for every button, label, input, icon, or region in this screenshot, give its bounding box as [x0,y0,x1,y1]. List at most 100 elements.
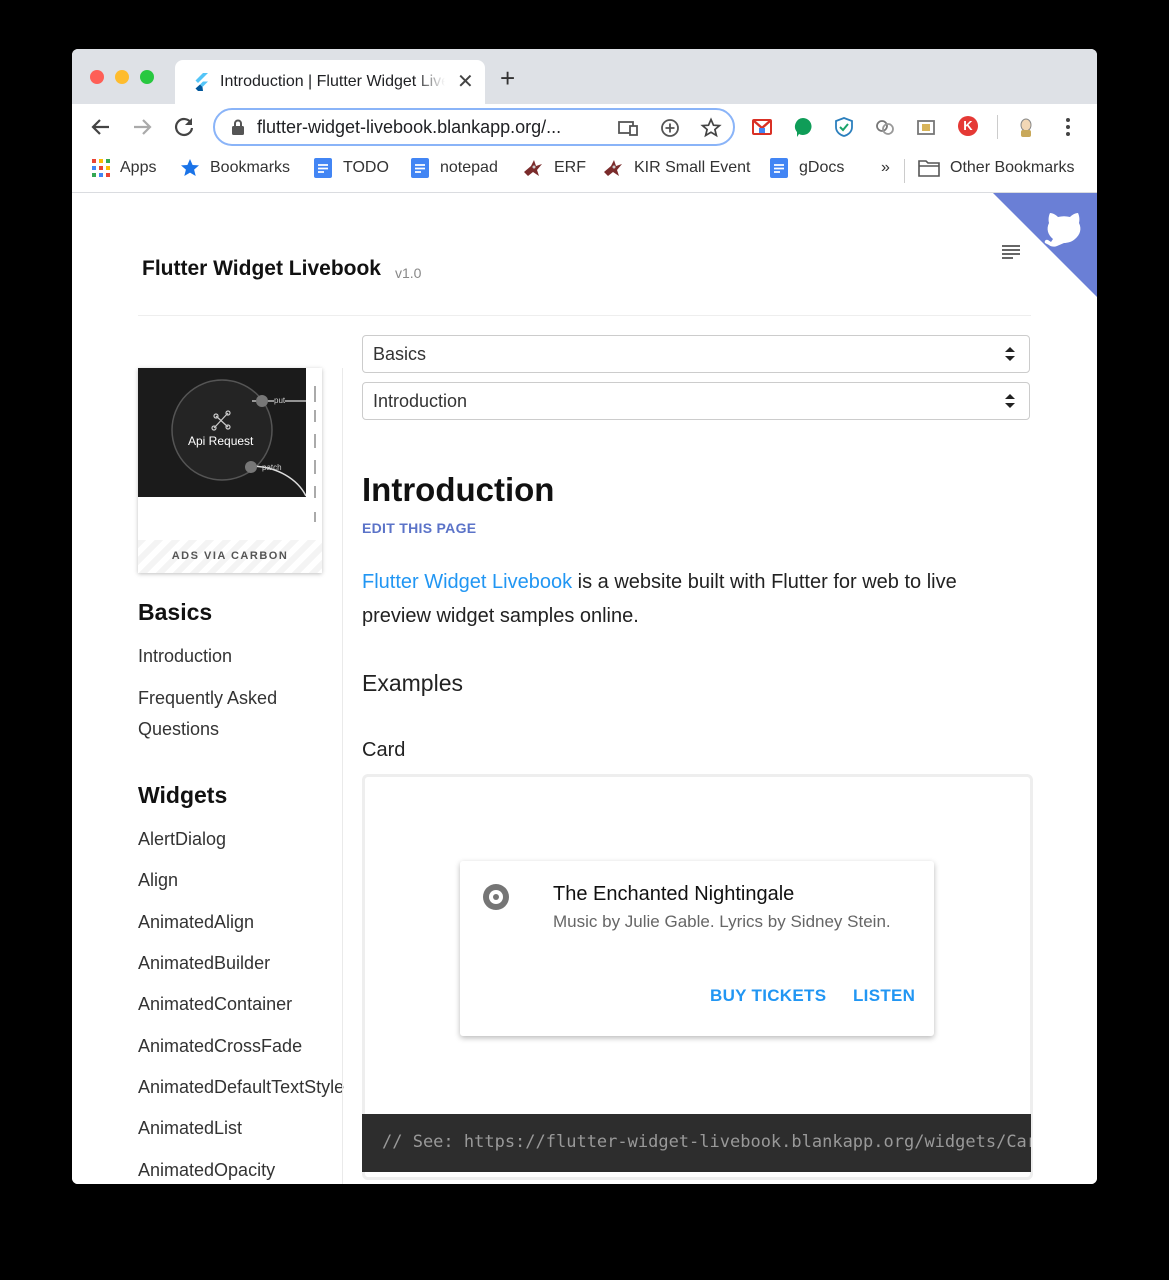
bookmark-notepad[interactable]: notepad [410,158,498,178]
sidebar-item-animatedcontainer[interactable]: AnimatedContainer [138,989,292,1020]
link-extension-icon[interactable] [874,116,896,138]
close-window-button[interactable] [90,70,104,84]
bird-icon [604,160,622,176]
page-select[interactable]: Introduction [362,382,1030,420]
ad-image-label: Api Request [188,434,254,448]
bookmark-label: KIR Small Event [634,159,751,176]
buy-tickets-button[interactable]: BUY TICKETS [710,986,826,1006]
bookmark-gdocs[interactable]: gDocs [769,158,844,178]
ad-image[interactable]: Api Request put patch [138,368,307,497]
sidebar-item-animatedopacity[interactable]: AnimatedOpacity [138,1155,275,1184]
url-text: flutter-widget-livebook.blankapp.org/... [257,117,562,137]
address-bar[interactable]: flutter-widget-livebook.blankapp.org/... [213,108,735,146]
bookmark-apps[interactable]: Apps [92,158,156,178]
bookmarks-bar: Apps Bookmarks TODO notepad ERF KIR Smal… [72,150,1097,193]
shield-icon[interactable] [833,116,855,138]
flutter-icon [195,73,208,91]
sidebar-item-animatedlist[interactable]: AnimatedList [138,1113,242,1144]
bookmark-todo[interactable]: TODO [313,158,389,178]
toolbar-divider [997,115,998,139]
sidebar-item-faq[interactable]: Frequently Asked Questions [138,683,308,745]
more-menu-icon[interactable] [1057,116,1079,138]
hangouts-icon[interactable] [792,116,814,138]
profile-extension-icon[interactable]: K [958,116,978,136]
screenshot-extension-icon[interactable] [915,116,937,138]
ad-text-fragment [314,434,316,448]
sidebar-item-alertdialog[interactable]: AlertDialog [138,824,226,855]
bookmark-bookmarks[interactable]: Bookmarks [180,158,290,178]
gmail-icon[interactable] [751,116,773,138]
star-icon [181,159,199,176]
site-title[interactable]: Flutter Widget Livebook [142,257,381,281]
active-tab[interactable]: Introduction | Flutter Widget Livebook ✕ [175,60,485,104]
browser-window: Introduction | Flutter Widget Livebook ✕… [72,49,1097,1184]
select-arrows-icon [1005,347,1015,361]
bookmarks-divider [904,159,905,183]
select-arrows-icon [1005,394,1015,408]
sample-card: The Enchanted Nightingale Music by Julie… [460,861,934,1036]
page-select-value: Introduction [373,391,468,411]
category-select[interactable]: Basics [362,335,1030,373]
bookmark-label: gDocs [799,159,845,176]
docs-icon [411,158,429,178]
ad-tag-patch: patch [262,463,282,472]
sidebar-item-animatedcrossfade[interactable]: AnimatedCrossFade [138,1031,302,1062]
sidebar-heading-widgets: Widgets [138,782,228,808]
version-badge: v1.0 [395,265,422,281]
bookmark-label: ERF [554,159,586,176]
ad-footer[interactable]: ADS VIA CARBON [138,540,322,573]
examples-heading: Examples [362,670,463,696]
sidebar-heading-basics: Basics [138,599,213,625]
bookmark-label: Other Bookmarks [950,159,1075,176]
tab-close-icon[interactable]: ✕ [457,69,474,94]
sidebar-item-introduction[interactable]: Introduction [138,641,232,672]
card-heading: Card [362,739,406,761]
ad-tag-put: put [274,396,286,405]
docs-icon [314,158,332,178]
add-icon[interactable] [659,117,681,139]
intro-paragraph: Flutter Widget Livebook is a website bui… [362,565,1022,633]
menu-icon[interactable] [1002,245,1020,259]
page-title: Introduction [362,471,555,508]
edit-page-link[interactable]: EDIT THIS PAGE [362,520,476,536]
maximize-window-button[interactable] [140,70,154,84]
sidebar-item-align[interactable]: Align [138,865,178,896]
reload-icon[interactable] [171,114,197,140]
sidebar-item-animatedalign[interactable]: AnimatedAlign [138,907,254,938]
tab-bar: Introduction | Flutter Widget Livebook ✕… [72,49,1097,104]
ad-text-fragment [314,512,316,522]
intro-link[interactable]: Flutter Widget Livebook [362,571,572,593]
sidebar-item-animateddefaulttextstyle[interactable]: AnimatedDefaultTextStyle [138,1072,344,1103]
cast-icon[interactable] [617,117,639,139]
bookmark-label: Apps [120,159,157,176]
bookmark-kir-small-event[interactable]: KIR Small Event [602,158,750,178]
album-icon [483,884,509,910]
header-divider [138,315,1031,316]
code-text: // See: https://flutter-widget-livebook.… [382,1132,1031,1152]
apps-grid-icon [92,159,110,177]
card-subtitle: Music by Julie Gable. Lyrics by Sidney S… [553,912,891,931]
bookmark-label: Bookmarks [210,159,291,176]
bookmark-erf[interactable]: ERF [522,158,586,178]
sidebar-divider [342,368,343,1184]
docs-icon [770,158,788,178]
back-icon[interactable] [88,114,114,140]
forward-icon[interactable] [129,114,155,140]
minimize-window-button[interactable] [115,70,129,84]
bookmarks-overflow-button[interactable]: » [881,158,890,178]
lock-icon [232,119,244,135]
star-bookmark-icon[interactable] [700,117,722,139]
api-request-graphic [171,379,307,497]
sidebar-item-animatedbuilder[interactable]: AnimatedBuilder [138,948,270,979]
folder-icon [918,160,940,177]
browser-toolbar: flutter-widget-livebook.blankapp.org/... [72,104,1097,150]
category-select-value: Basics [373,344,427,364]
listen-button[interactable]: LISTEN [853,986,915,1006]
avatar-icon[interactable] [1015,116,1037,138]
bookmark-label: notepad [440,159,498,176]
new-tab-button[interactable]: + [500,65,515,91]
web-page: Flutter Widget Livebook v1.0 Api Request… [72,193,1097,1184]
other-bookmarks[interactable]: Other Bookmarks [918,158,1074,178]
ad-text-fragment [314,460,316,474]
carbon-ad[interactable]: Api Request put patch ADS VIA CARBON [138,368,322,573]
